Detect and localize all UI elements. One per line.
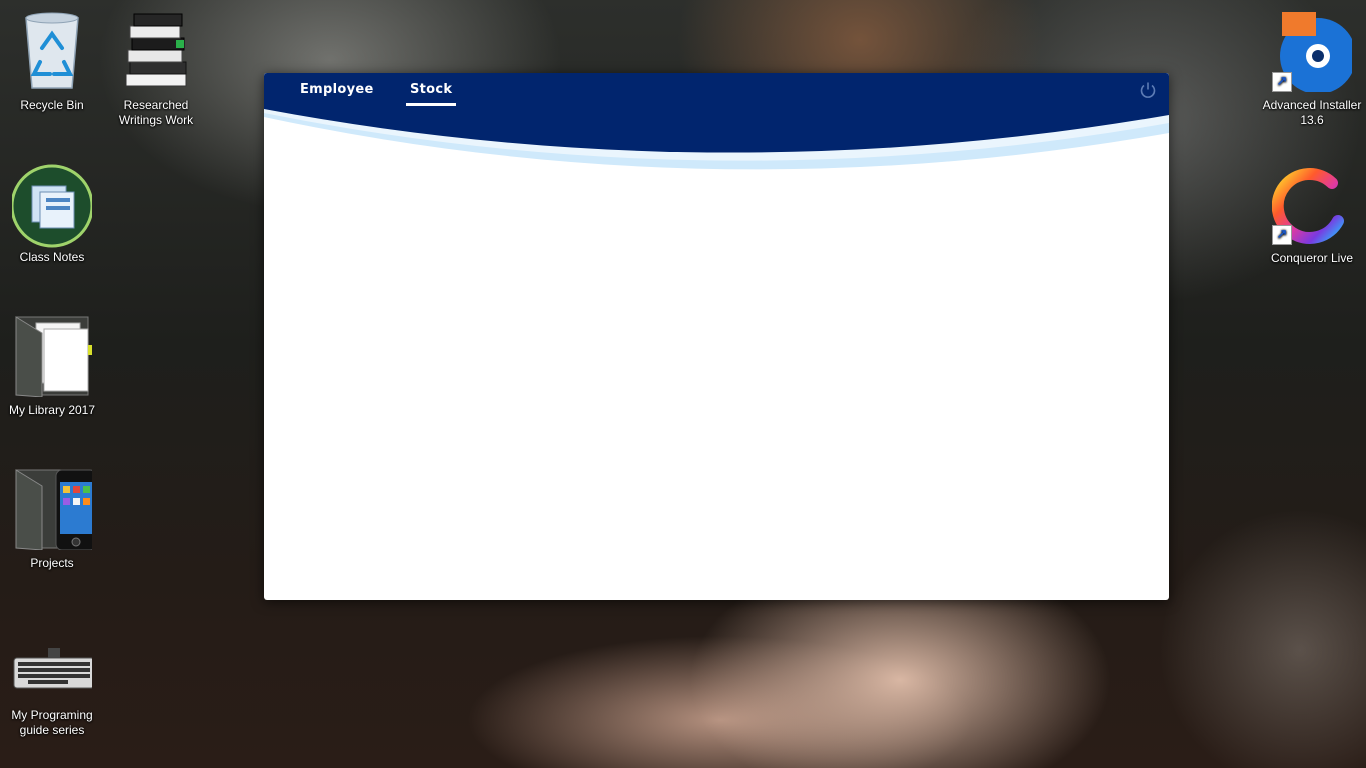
tab-stock[interactable]: Stock bbox=[406, 82, 457, 106]
researched-writings-label: Researched Writings Work bbox=[118, 98, 194, 127]
recycle-bin-label: Recycle Bin bbox=[20, 98, 84, 112]
programing-guide-label: My Programing guide series bbox=[11, 708, 93, 737]
documents-folder-icon bbox=[12, 315, 92, 398]
class-notes-icon bbox=[10, 162, 94, 248]
header-wave-background bbox=[264, 73, 1169, 170]
desktop-icon-recycle-bin[interactable]: Recycle Bin bbox=[4, 10, 100, 113]
conqueror-live-icon: ↗ bbox=[1271, 163, 1352, 245]
advanced-installer-icon: ↗ bbox=[1272, 10, 1356, 94]
desktop-icon-my-library[interactable]: My Library 2017 bbox=[4, 315, 100, 418]
power-button[interactable] bbox=[1139, 81, 1157, 99]
phone-folder-icon bbox=[12, 468, 97, 551]
desktop-icon-advanced-installer[interactable]: ↗ Advanced Installer 13.6 bbox=[1262, 10, 1362, 128]
keyboard-icon bbox=[12, 640, 95, 702]
app-window: Employee Stock bbox=[264, 73, 1169, 600]
shortcut-arrow-icon: ↗ bbox=[1272, 225, 1292, 245]
conqueror-live-label: Conqueror Live bbox=[1270, 251, 1354, 265]
my-library-label: My Library 2017 bbox=[8, 403, 96, 417]
desktop: Recycle Bin Researched Writings Work Cla… bbox=[0, 0, 1366, 768]
book-stack-icon bbox=[116, 10, 196, 92]
desktop-icon-programing-guide[interactable]: My Programing guide series bbox=[4, 640, 100, 738]
desktop-icon-researched-writings[interactable]: Researched Writings Work bbox=[108, 10, 204, 128]
recycle-bin-icon bbox=[12, 10, 92, 92]
shortcut-arrow-icon: ↗ bbox=[1272, 72, 1292, 92]
advanced-installer-label: Advanced Installer 13.6 bbox=[1262, 98, 1362, 127]
projects-label: Projects bbox=[30, 556, 74, 570]
desktop-icon-class-notes[interactable]: Class Notes bbox=[4, 162, 100, 265]
desktop-icon-projects[interactable]: Projects bbox=[4, 468, 100, 571]
tab-employee[interactable]: Employee bbox=[300, 82, 374, 103]
class-notes-label: Class Notes bbox=[19, 250, 85, 264]
app-header: Employee Stock bbox=[264, 73, 1169, 188]
desktop-icon-conqueror-live[interactable]: ↗ Conqueror Live bbox=[1262, 163, 1362, 266]
power-icon bbox=[1140, 82, 1156, 98]
app-content-area bbox=[264, 188, 1169, 600]
